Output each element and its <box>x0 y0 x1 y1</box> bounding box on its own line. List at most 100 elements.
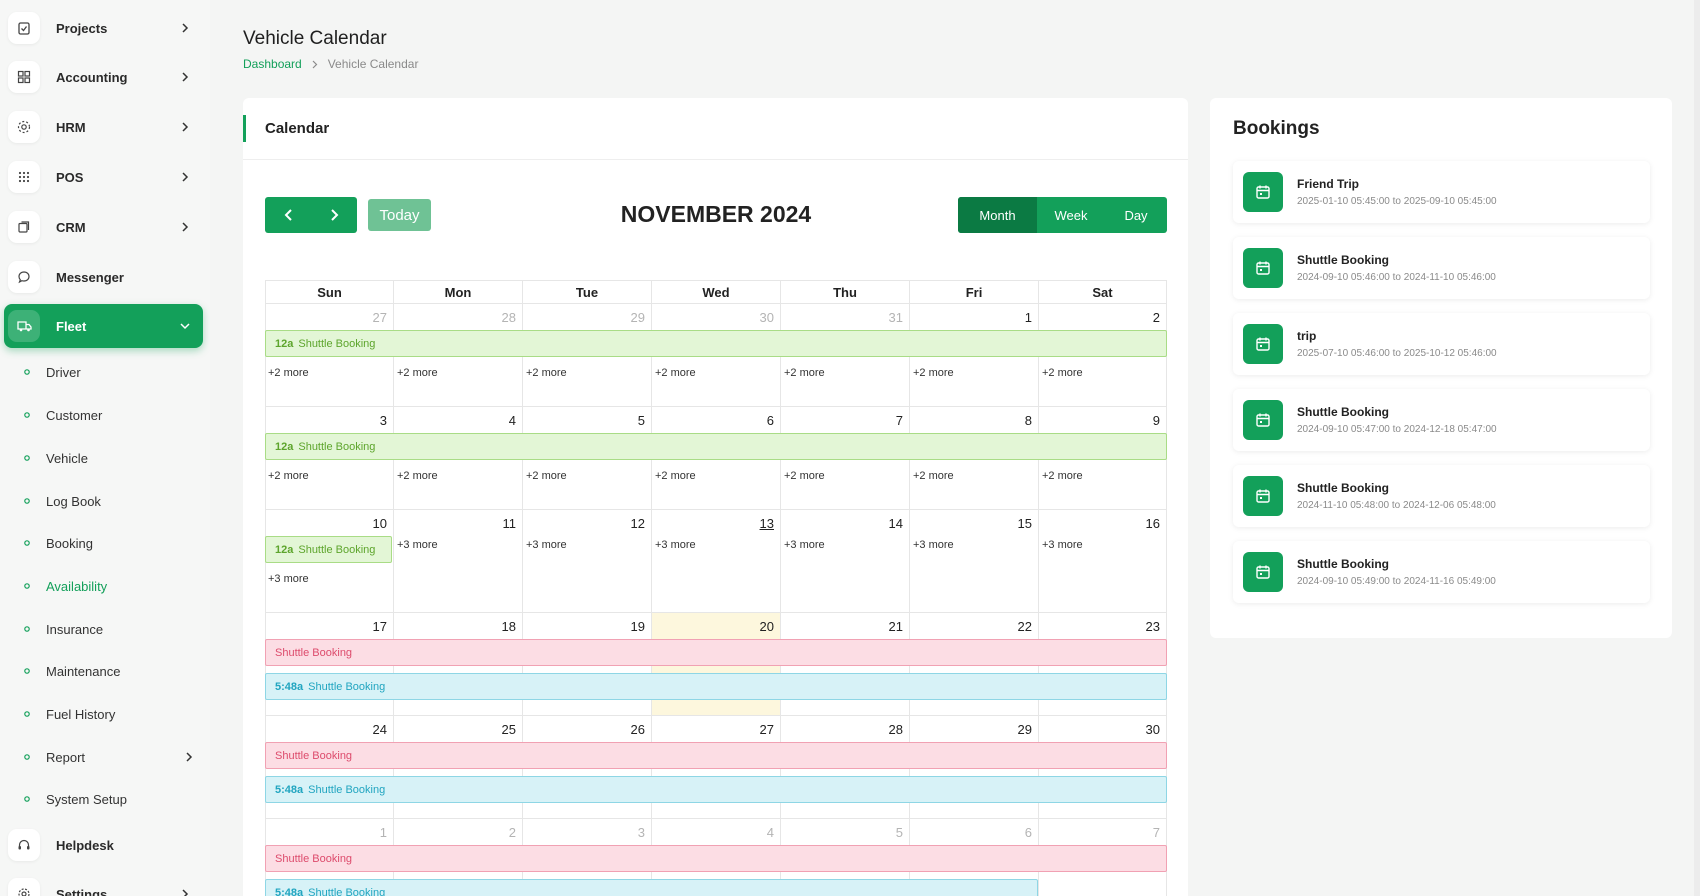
calendar-event[interactable]: 12a Shuttle Booking <box>265 433 1167 460</box>
more-events-link[interactable]: +3 more <box>913 539 954 551</box>
sidebar-item-accounting[interactable]: Accounting <box>4 55 203 99</box>
day-number[interactable]: 2 <box>1153 310 1160 325</box>
today-button[interactable]: Today <box>368 199 431 231</box>
more-events-link[interactable]: +2 more <box>655 367 696 379</box>
sidebar-item-crm[interactable]: CRM <box>4 205 203 249</box>
sidebar-sub-booking[interactable]: Booking <box>22 530 197 556</box>
day-number[interactable]: 7 <box>1153 825 1160 840</box>
view-day-button[interactable]: Day <box>1105 197 1167 233</box>
day-number[interactable]: 17 <box>373 619 387 634</box>
day-cell[interactable]: 12 <box>523 509 652 612</box>
day-cell[interactable]: 14 <box>781 509 910 612</box>
booking-item[interactable]: Shuttle Booking 2024-09-10 05:46:00 to 20… <box>1233 237 1650 299</box>
more-events-link[interactable]: +2 more <box>913 367 954 379</box>
calendar-event[interactable]: Shuttle Booking <box>265 742 1167 769</box>
more-events-link[interactable]: +3 more <box>784 539 825 551</box>
calendar-event[interactable]: 12a Shuttle Booking <box>265 536 392 563</box>
calendar-event[interactable]: Shuttle Booking <box>265 845 1167 872</box>
sidebar-item-fleet[interactable]: Fleet <box>4 304 203 348</box>
day-number[interactable]: 8 <box>1025 413 1032 428</box>
day-cell[interactable]: 13 <box>652 509 781 612</box>
day-number[interactable]: 18 <box>502 619 516 634</box>
calendar-event[interactable]: 12a Shuttle Booking <box>265 330 1167 357</box>
day-number[interactable]: 1 <box>1025 310 1032 325</box>
more-events-link[interactable]: +2 more <box>1042 470 1083 482</box>
calendar-event[interactable]: 5:48a Shuttle Booking <box>265 776 1167 803</box>
more-events-link[interactable]: +2 more <box>526 470 567 482</box>
sidebar-item-projects[interactable]: Projects <box>4 6 203 50</box>
day-cell[interactable]: 15 <box>910 509 1039 612</box>
day-number[interactable]: 27 <box>760 722 774 737</box>
day-number[interactable]: 11 <box>503 516 517 531</box>
more-events-link[interactable]: +3 more <box>655 539 696 551</box>
breadcrumb-dashboard-link[interactable]: Dashboard <box>243 57 302 71</box>
sidebar-sub-log-book[interactable]: Log Book <box>22 488 197 514</box>
sidebar-item-messenger[interactable]: Messenger <box>4 255 203 299</box>
booking-item[interactable]: Shuttle Booking 2024-11-10 05:48:00 to 20… <box>1233 465 1650 527</box>
more-events-link[interactable]: +3 more <box>526 539 567 551</box>
booking-item[interactable]: trip 2025-07-10 05:46:00 to 2025-10-12 05… <box>1233 313 1650 375</box>
sidebar-sub-fuel-history[interactable]: Fuel History <box>22 701 197 727</box>
day-number[interactable]: 5 <box>896 825 903 840</box>
sidebar-sub-vehicle[interactable]: Vehicle <box>22 445 197 471</box>
day-number[interactable]: 31 <box>889 310 903 325</box>
booking-item[interactable]: Shuttle Booking 2024-09-10 05:49:00 to 20… <box>1233 541 1650 603</box>
page-scrollbar[interactable] <box>1694 0 1700 896</box>
sidebar-item-pos[interactable]: POS <box>4 155 203 199</box>
day-number[interactable]: 22 <box>1018 619 1032 634</box>
more-events-link[interactable]: +2 more <box>913 470 954 482</box>
day-number[interactable]: 3 <box>638 825 645 840</box>
more-events-link[interactable]: +2 more <box>1042 367 1083 379</box>
view-month-button[interactable]: Month <box>958 197 1037 233</box>
calendar-event[interactable]: 5:48a Shuttle Booking <box>265 879 1038 896</box>
day-cell[interactable]: 16 <box>1039 509 1167 612</box>
day-number[interactable]: 26 <box>631 722 645 737</box>
day-number[interactable]: 28 <box>889 722 903 737</box>
day-number[interactable]: 4 <box>767 825 774 840</box>
day-number[interactable]: 15 <box>1018 516 1032 531</box>
sidebar-sub-system-setup[interactable]: System Setup <box>22 786 197 812</box>
more-events-link[interactable]: +2 more <box>397 470 438 482</box>
day-number[interactable]: 20 <box>760 619 774 634</box>
day-number[interactable]: 3 <box>380 413 387 428</box>
day-number[interactable]: 10 <box>373 516 387 531</box>
sidebar-item-hrm[interactable]: HRM <box>4 105 203 149</box>
sidebar-sub-maintenance[interactable]: Maintenance <box>22 658 197 684</box>
calendar-event[interactable]: Shuttle Booking <box>265 639 1167 666</box>
next-month-button[interactable] <box>311 197 357 233</box>
sidebar-sub-insurance[interactable]: Insurance <box>22 616 197 642</box>
more-events-link[interactable]: +3 more <box>268 573 309 585</box>
day-number[interactable]: 12 <box>631 516 645 531</box>
day-cell[interactable]: 11 <box>394 509 523 612</box>
day-number[interactable]: 16 <box>1146 516 1160 531</box>
more-events-link[interactable]: +3 more <box>397 539 438 551</box>
more-events-link[interactable]: +2 more <box>526 367 567 379</box>
day-number[interactable]: 13 <box>760 516 774 531</box>
day-number[interactable]: 29 <box>631 310 645 325</box>
more-events-link[interactable]: +2 more <box>784 367 825 379</box>
day-number[interactable]: 9 <box>1153 413 1160 428</box>
more-events-link[interactable]: +3 more <box>1042 539 1083 551</box>
day-number[interactable]: 27 <box>373 310 387 325</box>
more-events-link[interactable]: +2 more <box>397 367 438 379</box>
day-number[interactable]: 28 <box>502 310 516 325</box>
day-number[interactable]: 4 <box>509 413 516 428</box>
day-number[interactable]: 29 <box>1018 722 1032 737</box>
day-number[interactable]: 21 <box>889 619 903 634</box>
day-number[interactable]: 14 <box>889 516 903 531</box>
day-number[interactable]: 23 <box>1146 619 1160 634</box>
day-number[interactable]: 25 <box>502 722 516 737</box>
sidebar-sub-customer[interactable]: Customer <box>22 402 197 428</box>
day-number[interactable]: 7 <box>896 413 903 428</box>
more-events-link[interactable]: +2 more <box>268 470 309 482</box>
prev-month-button[interactable] <box>265 197 311 233</box>
more-events-link[interactable]: +2 more <box>268 367 309 379</box>
sidebar-sub-availability[interactable]: Availability <box>22 573 197 599</box>
day-number[interactable]: 2 <box>509 825 516 840</box>
day-number[interactable]: 1 <box>380 825 387 840</box>
day-number[interactable]: 19 <box>631 619 645 634</box>
day-number[interactable]: 5 <box>638 413 645 428</box>
sidebar-item-settings[interactable]: Settings <box>4 872 203 896</box>
booking-item[interactable]: Shuttle Booking 2024-09-10 05:47:00 to 20… <box>1233 389 1650 451</box>
more-events-link[interactable]: +2 more <box>784 470 825 482</box>
